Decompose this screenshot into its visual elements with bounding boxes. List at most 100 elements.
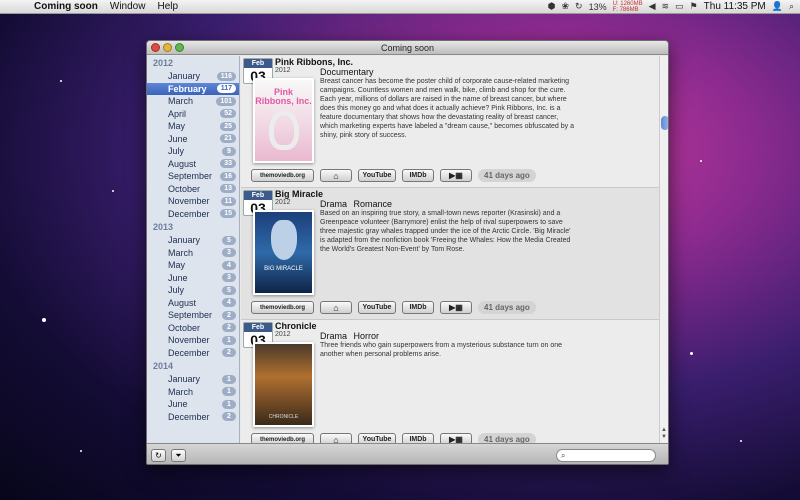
trailer-button[interactable]: ▶▦ <box>440 433 472 443</box>
sidebar-month-item[interactable]: January 1 <box>147 373 239 386</box>
sidebar-month-item[interactable]: October 2 <box>147 322 239 335</box>
sidebar-month-item[interactable]: October 13 <box>147 183 239 196</box>
scroll-thumb[interactable] <box>661 116 668 130</box>
sidebar-month-item[interactable]: December 2 <box>147 411 239 424</box>
movie-entry[interactable]: Feb 03 Pink Ribbons, Inc. 2012 Pink Ribb… <box>241 56 659 188</box>
sidebar-month-item[interactable]: December 2 <box>147 347 239 360</box>
homepage-button[interactable]: ⌂ <box>320 301 352 314</box>
sidebar-month-item[interactable]: July 5 <box>147 284 239 297</box>
imdb-button[interactable]: IMDb <box>402 301 434 314</box>
movie-poster[interactable]: Pink Ribbons, Inc. <box>253 78 314 163</box>
month-count-badge: 25 <box>220 121 236 131</box>
month-label: January <box>168 71 201 82</box>
sidebar-month-item[interactable]: November 11 <box>147 195 239 208</box>
month-label: April <box>168 108 187 119</box>
app-window: Coming soon 2012 January 116 February 117 Mar… <box>146 40 669 465</box>
search-input[interactable]: ⌕ <box>556 449 656 462</box>
sidebar-month-item[interactable]: March 3 <box>147 247 239 260</box>
sidebar-month-item[interactable]: November 1 <box>147 334 239 347</box>
tmdb-button[interactable]: themoviedb.org <box>251 169 314 182</box>
sidebar-month-item[interactable]: January 5 <box>147 234 239 247</box>
dropbox-icon[interactable]: ⬢ <box>548 1 556 12</box>
tmdb-button[interactable]: themoviedb.org <box>251 433 314 443</box>
movie-genres: Drama Romance <box>320 199 393 209</box>
sidebar-month-item[interactable]: August 33 <box>147 158 239 171</box>
user-icon[interactable]: 👤 <box>772 1 783 12</box>
flag-icon[interactable]: ⚑ <box>690 1 698 12</box>
refresh-button[interactable]: ↻ <box>151 449 166 462</box>
youtube-button[interactable]: YouTube <box>358 301 396 314</box>
home-icon: ⌂ <box>333 434 339 444</box>
trailer-button[interactable]: ▶▦ <box>440 301 472 314</box>
month-label: August <box>168 297 197 308</box>
menu-help[interactable]: Help <box>157 1 178 12</box>
movie-genres: Drama Horror <box>320 331 380 341</box>
ribbon-graphic <box>268 110 299 150</box>
month-count-badge: 5 <box>222 235 236 245</box>
sidebar-month-item[interactable]: March 1 <box>147 386 239 399</box>
sidebar-month-item[interactable]: September 2 <box>147 309 239 322</box>
volume-icon[interactable]: ◀ <box>649 1 656 12</box>
sidebar-month-item[interactable]: February 117 <box>147 82 239 95</box>
movie-entry[interactable]: Feb 03 Chronicle 2012 CHRONICLE Drama Ho… <box>241 320 659 443</box>
sidebar-month-item[interactable]: September 16 <box>147 170 239 183</box>
spotlight-icon[interactable]: ⌕ <box>789 1 794 12</box>
scrollbar[interactable]: ▲ ▼ <box>659 56 668 443</box>
month-label: June <box>168 133 188 144</box>
month-count-badge: 2 <box>222 412 236 422</box>
wifi-icon[interactable]: ≋ <box>662 1 670 12</box>
youtube-button[interactable]: YouTube <box>358 433 396 443</box>
month-count-badge: 15 <box>220 209 236 219</box>
poster-title: BIG MIRACLE <box>264 266 303 272</box>
month-label: December <box>168 208 210 219</box>
month-label: August <box>168 158 197 169</box>
sync-icon[interactable]: ↻ <box>575 1 583 12</box>
sidebar-month-item[interactable]: August 4 <box>147 297 239 310</box>
sidebar-month-item[interactable]: January 116 <box>147 70 239 83</box>
poster-title: CHRONICLE <box>268 414 299 420</box>
movie-title[interactable]: Big Miracle <box>275 189 323 199</box>
title-bar[interactable]: Coming soon <box>147 41 668 55</box>
sidebar-month-item[interactable]: June 3 <box>147 272 239 285</box>
homepage-button[interactable]: ⌂ <box>320 433 352 443</box>
trailer-button[interactable]: ▶▦ <box>440 169 472 182</box>
movie-entry[interactable]: Feb 03 Big Miracle 2012 BIG MIRACLE Dram… <box>241 188 659 320</box>
menu-window[interactable]: Window <box>110 1 146 12</box>
paw-icon[interactable]: ❀ <box>561 1 569 12</box>
sidebar-month-item[interactable]: June 1 <box>147 398 239 411</box>
sidebar-month-item[interactable]: December 15 <box>147 208 239 221</box>
month-count-badge: 1 <box>222 374 236 384</box>
month-count-badge: 101 <box>216 96 236 106</box>
month-label: November <box>168 335 210 346</box>
scroll-arrows[interactable]: ▲ ▼ <box>661 427 667 441</box>
star <box>700 160 702 162</box>
menu-app-name[interactable]: Coming soon <box>34 1 98 12</box>
month-label: September <box>168 171 213 182</box>
sidebar-month-item[interactable]: June 21 <box>147 133 239 146</box>
homepage-button[interactable]: ⌂ <box>320 169 352 182</box>
movie-poster[interactable]: BIG MIRACLE <box>253 210 314 295</box>
sidebar-month-item[interactable]: April 52 <box>147 108 239 121</box>
year-header: 2013 <box>153 222 174 232</box>
menu-clock[interactable]: Thu 11:35 PM <box>704 1 766 12</box>
imdb-button[interactable]: IMDb <box>402 433 434 443</box>
movie-title[interactable]: Chronicle <box>275 321 317 331</box>
sidebar-month-item[interactable]: July 9 <box>147 145 239 158</box>
tmdb-button[interactable]: themoviedb.org <box>251 301 314 314</box>
sidebar-month-item[interactable]: May 25 <box>147 120 239 133</box>
sidebar: 2012 January 116 February 117 March 101 April 52… <box>147 56 240 443</box>
close-button[interactable] <box>151 43 160 52</box>
youtube-button[interactable]: YouTube <box>358 169 396 182</box>
battery-icon[interactable]: ▭ <box>675 1 684 12</box>
minimize-button[interactable] <box>163 43 172 52</box>
month-count-badge: 9 <box>222 146 236 156</box>
month-count-badge: 117 <box>216 84 236 94</box>
filter-button[interactable]: ⏷ <box>171 449 186 462</box>
month-count-badge: 3 <box>222 273 236 283</box>
sidebar-month-item[interactable]: March 101 <box>147 95 239 108</box>
movie-title[interactable]: Pink Ribbons, Inc. <box>275 57 353 67</box>
sidebar-month-item[interactable]: May 4 <box>147 259 239 272</box>
movie-poster[interactable]: CHRONICLE <box>253 342 314 427</box>
imdb-button[interactable]: IMDb <box>402 169 434 182</box>
zoom-button[interactable] <box>175 43 184 52</box>
